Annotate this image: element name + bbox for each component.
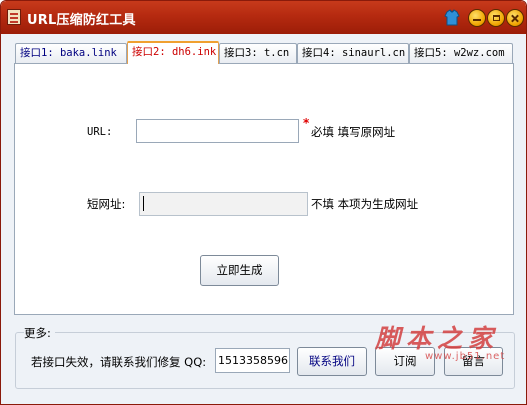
short-url-field[interactable] <box>139 192 308 216</box>
short-url-hint: 不填 本项为生成网址 <box>311 197 419 211</box>
close-button[interactable] <box>506 9 524 27</box>
skin-icon[interactable] <box>444 8 460 27</box>
tab-interface-1[interactable]: 接口1: baka.link <box>15 43 127 63</box>
message-button[interactable]: 留言 <box>444 347 503 376</box>
interface-tabs: 接口1: baka.link 接口2: dh6.ink 接口3: t.cn 接口… <box>15 41 515 64</box>
app-icon <box>7 9 21 25</box>
tab-interface-5[interactable]: 接口5: w2wz.com <box>409 43 513 63</box>
short-url-label: 短网址: <box>87 197 126 211</box>
title-bar[interactable]: URL压缩防红工具 <box>1 1 526 34</box>
help-text: 若接口失效，请联系我们修复 QQ: <box>31 355 207 369</box>
generate-button[interactable]: 立即生成 <box>200 255 279 286</box>
url-hint: 必填 填写原网址 <box>311 125 396 139</box>
more-title: 更多: <box>24 325 55 341</box>
tab-interface-2[interactable]: 接口2: dh6.ink <box>127 41 219 64</box>
subscribe-button[interactable]: 订阅 <box>375 347 435 376</box>
minimize-icon <box>473 18 481 21</box>
required-mark: * <box>303 116 310 130</box>
window-title: URL压缩防红工具 <box>27 13 136 28</box>
app-window: URL压缩防红工具 接口1: baka.link 接口2: dh6.ink 接口… <box>0 0 527 405</box>
close-icon <box>511 14 520 23</box>
contact-us-button[interactable]: 联系我们 <box>297 347 367 376</box>
maximize-icon <box>492 15 500 21</box>
qq-number-field[interactable]: 1513358596 <box>215 348 290 373</box>
url-label: URL: <box>87 126 113 138</box>
text-caret <box>143 196 144 211</box>
tab-interface-4[interactable]: 接口4: sinaurl.cn <box>297 43 409 63</box>
url-input[interactable] <box>136 119 299 143</box>
tab-interface-3[interactable]: 接口3: t.cn <box>219 43 297 63</box>
minimize-button[interactable] <box>468 9 486 27</box>
maximize-button[interactable] <box>487 9 505 27</box>
